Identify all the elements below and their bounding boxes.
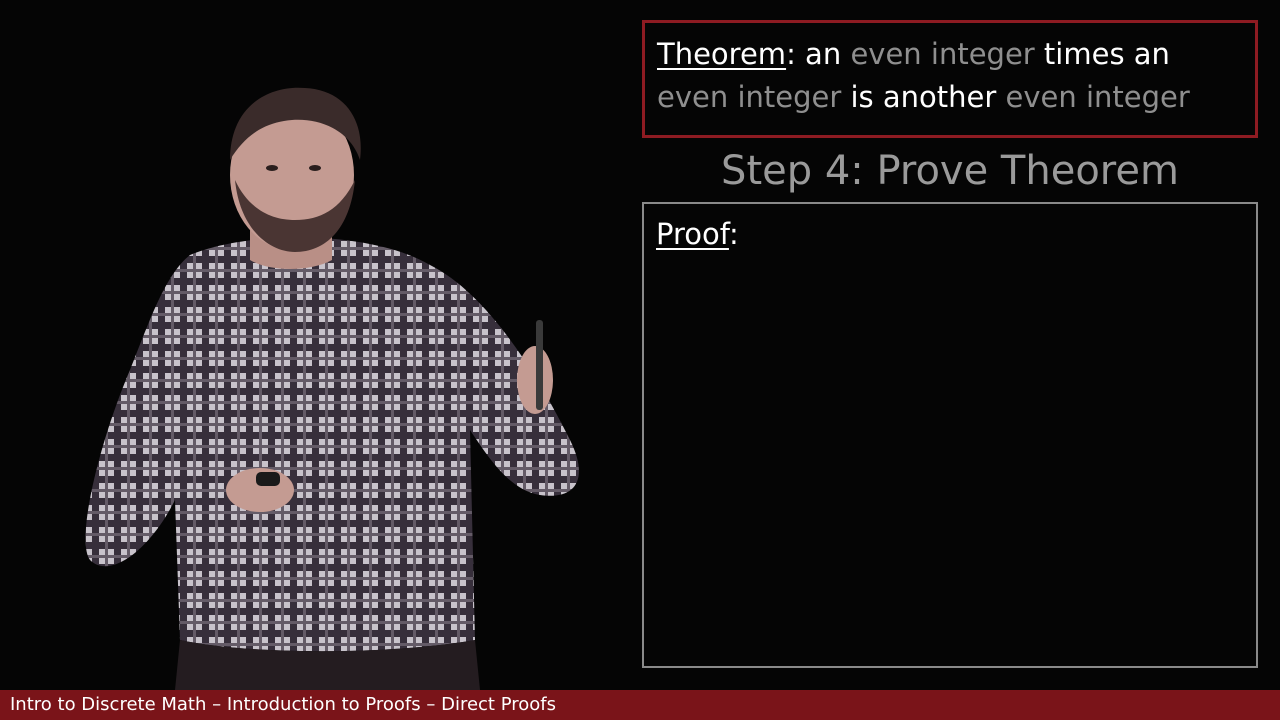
theorem-term-even-integer-2: even integer: [657, 80, 842, 114]
video-frame: Theorem: an even integer times an even i…: [0, 0, 1280, 720]
theorem-text-3: is another: [841, 80, 1006, 114]
step-title: Step 4: Prove Theorem: [721, 148, 1179, 194]
theorem-colon: :: [786, 37, 796, 71]
proof-heading: Proof: [656, 217, 729, 251]
proof-box: Proof:: [642, 202, 1258, 668]
course-title: Intro to Discrete Math – Introduction to…: [10, 694, 556, 715]
proof-colon: :: [728, 217, 739, 251]
course-footer-bar: Intro to Discrete Math – Introduction to…: [0, 690, 1280, 720]
theorem-term-even-integer-3: even integer: [1005, 80, 1190, 114]
theorem-box: Theorem: an even integer times an even i…: [642, 20, 1258, 138]
presenter-image: [85, 87, 579, 690]
theorem-heading: Theorem: [657, 37, 787, 71]
theorem-term-even-integer-1: even integer: [850, 37, 1035, 71]
theorem-text-1: an: [795, 37, 851, 71]
theorem-text-2: times an: [1034, 37, 1170, 71]
